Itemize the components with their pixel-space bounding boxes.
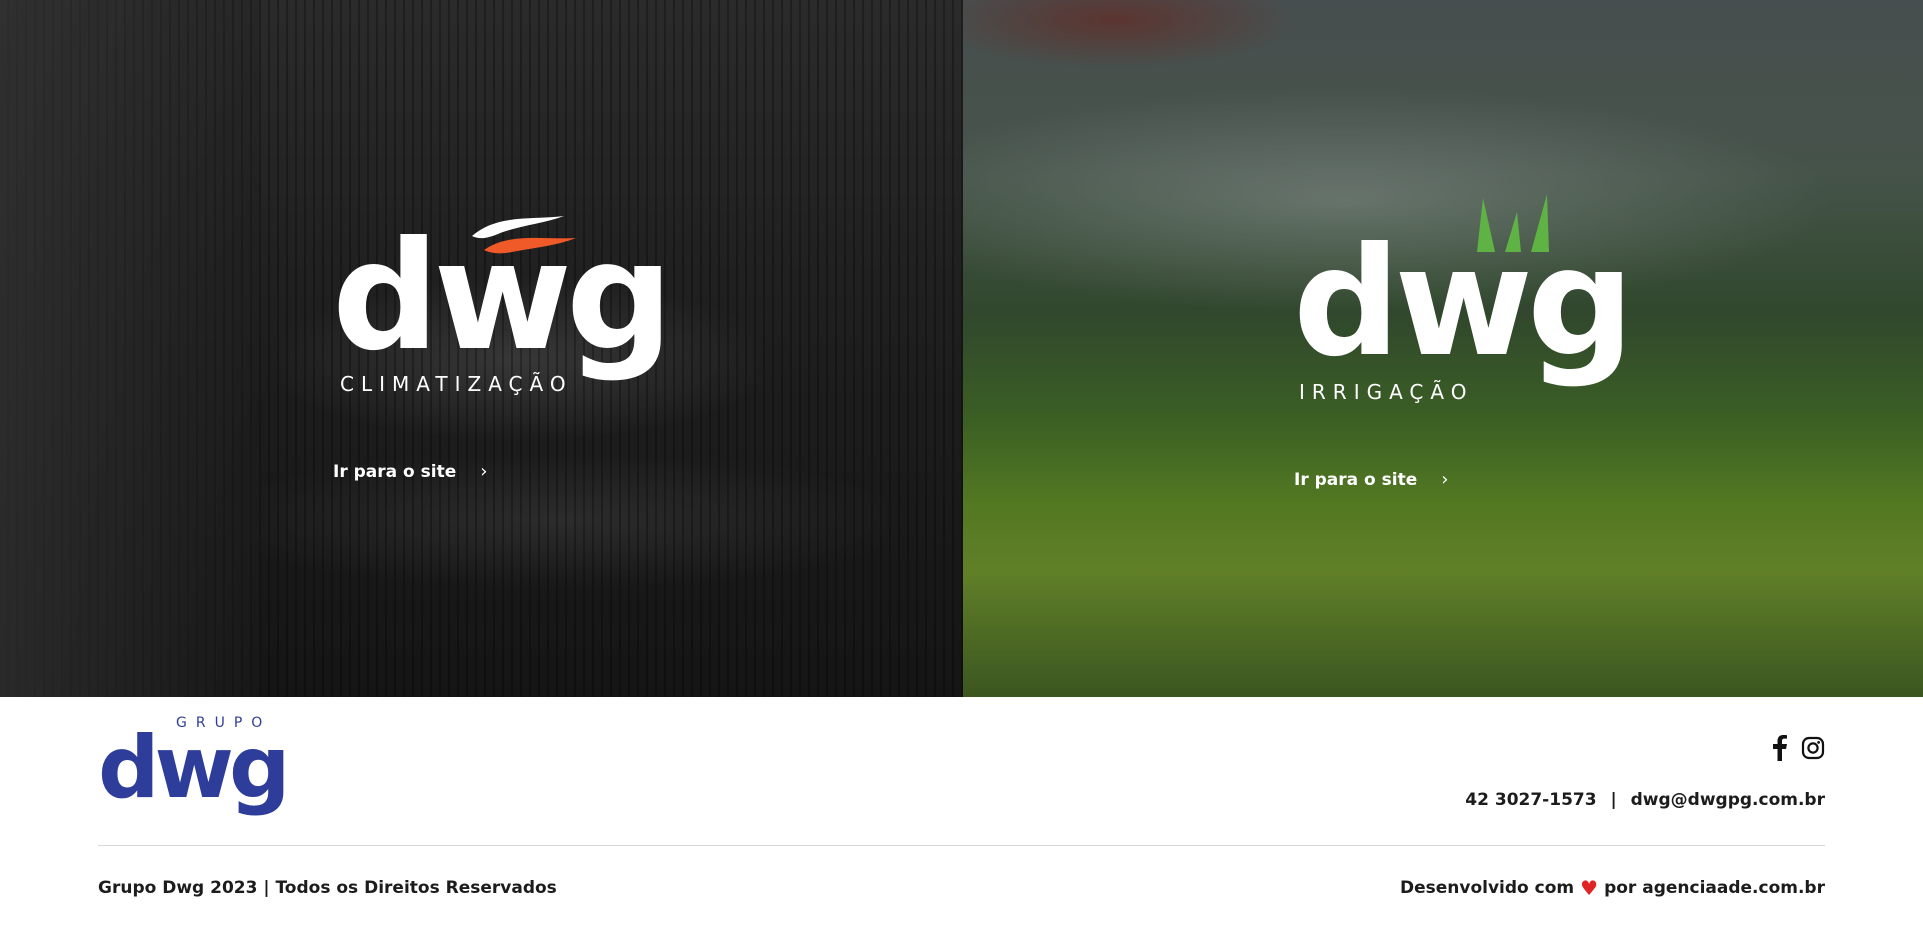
climatizacao-site-link[interactable]: Ir para o site › xyxy=(333,461,487,482)
irrigacao-logo-word: dwg xyxy=(1293,216,1634,390)
irrigacao-site-link-label: Ir para o site xyxy=(1294,469,1418,490)
instagram-icon[interactable] xyxy=(1801,736,1825,760)
footer: GRUPO dwg 42 3027-1573 | dwg@dwgpg.com.b… xyxy=(0,697,1923,928)
grupo-dwg-logo[interactable]: GRUPO dwg xyxy=(98,715,298,815)
developer-credit[interactable]: Desenvolvido com ♥ por agenciaade.com.br xyxy=(1400,878,1825,898)
credit-prefix: Desenvolvido com xyxy=(1400,878,1575,898)
chevron-right-icon: › xyxy=(480,461,488,482)
email-link[interactable]: dwg@dwgpg.com.br xyxy=(1631,790,1825,810)
irrigacao-panel[interactable]: dwg IRRIGAÇÃO Ir para o site › xyxy=(963,0,1923,697)
heart-icon: ♥ xyxy=(1580,876,1599,900)
contact-info: 42 3027-1573 | dwg@dwgpg.com.br xyxy=(1465,790,1825,810)
irrigacao-site-link[interactable]: Ir para o site › xyxy=(1294,469,1448,490)
climatizacao-logo-word: dwg xyxy=(332,210,673,384)
grupo-word: dwg xyxy=(98,718,291,818)
climatizacao-logo-sub: CLIMATIZAÇÃO xyxy=(340,372,573,396)
climatizacao-site-link-label: Ir para o site xyxy=(333,461,457,482)
chevron-right-icon: › xyxy=(1441,469,1449,490)
credit-suffix[interactable]: por agenciaade.com.br xyxy=(1604,878,1825,898)
climatizacao-panel[interactable]: dwg CLIMATIZAÇÃO Ir para o site › xyxy=(0,0,963,697)
facebook-icon[interactable] xyxy=(1773,735,1787,761)
phone-number[interactable]: 42 3027-1573 xyxy=(1465,790,1596,810)
contact-separator: | xyxy=(1610,790,1617,810)
hero-section: dwg CLIMATIZAÇÃO Ir para o site › dwg IR… xyxy=(0,0,1923,697)
irrigacao-logo-sub: IRRIGAÇÃO xyxy=(1299,380,1474,404)
footer-divider xyxy=(98,845,1825,846)
social-links xyxy=(1773,735,1825,761)
copyright-text: Grupo Dwg 2023 | Todos os Direitos Reser… xyxy=(98,878,557,898)
